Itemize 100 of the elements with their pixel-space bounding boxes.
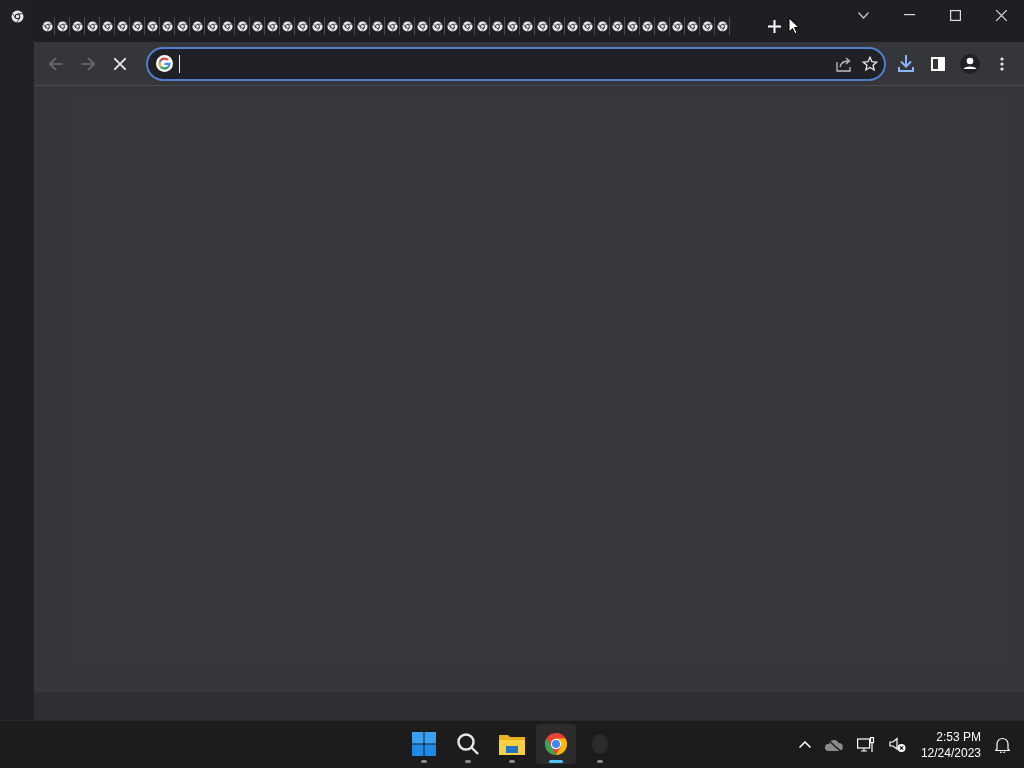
browser-logo-icon — [10, 10, 24, 23]
browser-tab[interactable] — [640, 17, 655, 35]
browser-tab-icon — [581, 20, 593, 32]
browser-tab[interactable] — [700, 17, 715, 35]
browser-tab[interactable] — [625, 17, 640, 35]
browser-tab-icon — [521, 20, 533, 32]
browser-tab[interactable] — [445, 17, 460, 35]
browser-tab[interactable] — [460, 17, 475, 35]
browser-tab[interactable] — [295, 17, 310, 35]
browser-tab-icon — [641, 20, 653, 32]
browser-tab-icon — [431, 20, 443, 32]
running-indicator — [549, 760, 563, 763]
browser-tab[interactable] — [385, 17, 400, 35]
browser-tab[interactable] — [670, 17, 685, 35]
browser-tab[interactable] — [370, 17, 385, 35]
browser-tab[interactable] — [280, 17, 295, 35]
browser-tab-icon — [191, 20, 203, 32]
browser-tab-icon — [551, 20, 563, 32]
browser-tab-icon — [446, 20, 458, 32]
browser-tab-icon — [416, 20, 428, 32]
browser-tab[interactable] — [40, 17, 55, 35]
browser-tab-icon — [206, 20, 218, 32]
browser-tab[interactable] — [250, 17, 265, 35]
text-cursor — [179, 54, 180, 73]
browser-tab-icon — [281, 20, 293, 32]
browser-tab-icon — [221, 20, 233, 32]
browser-tab[interactable] — [340, 17, 355, 35]
browser-tab[interactable] — [55, 17, 70, 35]
browser-tab-icon — [71, 20, 83, 32]
browser-tab[interactable] — [310, 17, 325, 35]
browser-tab-icon — [356, 20, 368, 32]
browser-tab[interactable] — [550, 17, 565, 35]
browser-tab-icon — [56, 20, 68, 32]
browser-tab[interactable] — [685, 17, 700, 35]
browser-tab-icon — [341, 20, 353, 32]
cloud-off-icon — [824, 737, 843, 752]
browser-tab-icon — [671, 20, 683, 32]
browser-tab-icon — [251, 20, 263, 32]
browser-tab-icon — [506, 20, 518, 32]
star-icon — [862, 55, 878, 72]
browser-tab[interactable] — [325, 17, 340, 35]
running-indicator — [421, 760, 427, 763]
browser-tab[interactable] — [220, 17, 235, 35]
browser-tab[interactable] — [430, 17, 445, 35]
person-icon — [960, 53, 980, 74]
browser-tab[interactable] — [235, 17, 250, 35]
windows-logo-icon — [412, 732, 436, 756]
address-bar[interactable] — [146, 46, 886, 81]
share-icon — [836, 55, 852, 72]
browser-tab[interactable] — [580, 17, 595, 35]
browser-tab[interactable] — [130, 17, 145, 35]
browser-tab[interactable] — [655, 17, 670, 35]
browser-tab[interactable] — [205, 17, 220, 35]
plus-icon — [767, 19, 781, 33]
mouse-cursor-icon — [788, 17, 800, 35]
browser-tab[interactable] — [355, 17, 370, 35]
browser-tab[interactable] — [400, 17, 415, 35]
browser-tab-icon — [326, 20, 338, 32]
browser-tab-icon — [401, 20, 413, 32]
browser-tab[interactable] — [190, 17, 205, 35]
chevron-down-icon — [857, 11, 869, 19]
browser-tab-icon — [176, 20, 188, 32]
close-icon — [114, 57, 126, 70]
close-icon — [995, 9, 1007, 21]
taskbar-app-button[interactable] — [536, 724, 576, 764]
browser-tab[interactable] — [475, 17, 490, 35]
browser-tab[interactable] — [520, 17, 535, 35]
browser-tab-icon — [626, 20, 638, 32]
browser-tab-icon — [236, 20, 248, 32]
browser-tab[interactable] — [265, 17, 280, 35]
network-icon — [856, 736, 875, 753]
browser-tab-icon — [296, 20, 308, 32]
clock-button[interactable]: 2:53 PM 12/24/2023 — [920, 728, 981, 761]
browser-tab[interactable] — [505, 17, 520, 35]
browser-tab-icon — [371, 20, 383, 32]
browser-tab[interactable] — [565, 17, 580, 35]
browser-tab[interactable] — [595, 17, 610, 35]
browser-tab[interactable] — [160, 17, 175, 35]
browser-tab[interactable] — [70, 17, 85, 35]
browser-tab[interactable] — [535, 17, 550, 35]
download-icon — [898, 55, 914, 72]
browser-tab[interactable] — [490, 17, 505, 35]
browser-tab[interactable] — [100, 17, 115, 35]
browser-tab[interactable] — [715, 17, 730, 35]
search-icon — [456, 732, 480, 756]
browser-tab-icon — [491, 20, 503, 32]
back-arrow-icon — [49, 56, 63, 71]
browser-tab-icon — [116, 20, 128, 32]
browser-tab-icon — [716, 20, 728, 32]
browser-tab-icon — [131, 20, 143, 32]
browser-tab-icon — [146, 20, 158, 32]
browser-tab[interactable] — [145, 17, 160, 35]
browser-tab[interactable] — [115, 17, 130, 35]
notification-bell-icon — [995, 736, 1010, 753]
browser-tab[interactable] — [610, 17, 625, 35]
browser-tab[interactable] — [175, 17, 190, 35]
browser-tab-icon — [596, 20, 608, 32]
browser-tab[interactable] — [415, 17, 430, 35]
browser-tab-icon — [461, 20, 473, 32]
browser-tab[interactable] — [85, 17, 100, 35]
